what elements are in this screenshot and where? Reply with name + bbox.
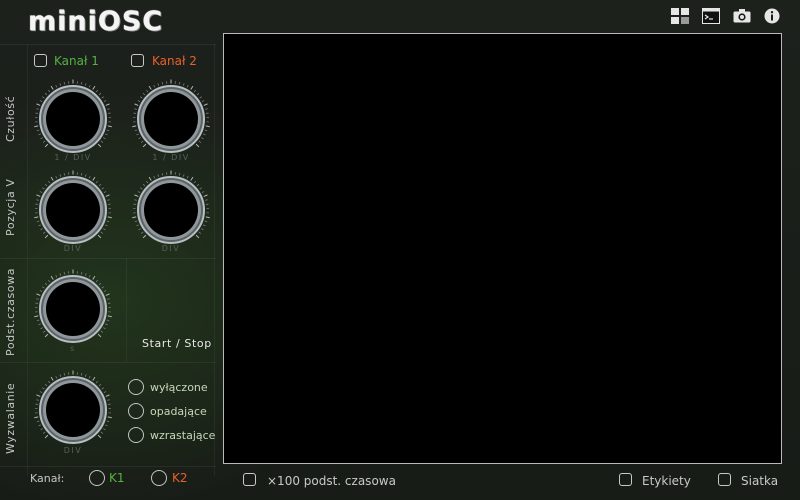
trigger-channel-k1-radio[interactable]	[89, 470, 105, 486]
channel2-label: Kanał 2	[152, 54, 197, 68]
knob-face	[46, 383, 100, 437]
position-unit-ch2: DIV	[161, 244, 181, 253]
sidebar-divider-left	[27, 44, 28, 476]
sidebar-divider-center	[126, 258, 127, 362]
position-knob-ch2[interactable]	[131, 170, 211, 250]
section-label-position: Pozycja V	[4, 178, 17, 236]
position-unit-ch1: DIV	[63, 244, 83, 253]
trigger-knob[interactable]	[33, 370, 113, 450]
x100-timebase-checkbox[interactable]	[243, 473, 256, 486]
knob-face	[46, 282, 100, 336]
trigger-channel-k2-radio[interactable]	[151, 470, 167, 486]
trigger-mode-rising-label: wzrastające	[150, 429, 216, 442]
knob-face	[144, 92, 198, 146]
layout-icon[interactable]	[671, 8, 689, 24]
sidebar-separator	[0, 362, 216, 363]
channel1-checkbox[interactable]	[34, 54, 47, 67]
trigger-mode-rising-radio[interactable]	[128, 427, 144, 443]
trigger-unit: DIV	[63, 446, 83, 455]
sidebar-divider-right	[214, 44, 215, 476]
sidebar-separator	[0, 44, 216, 45]
trigger-channel-k1-label: K1	[109, 471, 125, 485]
section-label-trigger: Wyzwalanie	[4, 382, 17, 454]
channel2-checkbox[interactable]	[131, 54, 144, 67]
x100-timebase-label: ×100 podst. czasowa	[267, 474, 396, 488]
trigger-mode-falling-label: opadające	[150, 405, 207, 418]
position-knob-ch1[interactable]	[33, 170, 113, 250]
grid-checkbox[interactable]	[718, 473, 731, 486]
knob-face	[46, 183, 100, 237]
trigger-mode-off-label: wyłączone	[150, 381, 208, 394]
labels-checkbox[interactable]	[619, 473, 632, 486]
start-stop-button[interactable]: Start / Stop	[142, 337, 212, 350]
knob-face	[46, 92, 100, 146]
camera-icon[interactable]	[733, 8, 751, 24]
app-logo: miniOSC	[28, 6, 164, 37]
section-label-timebase: Podst.czasowa	[4, 267, 17, 356]
sensitivity-knob-ch1[interactable]	[33, 79, 113, 159]
timebase-unit: s	[70, 344, 76, 353]
knob-face	[144, 183, 198, 237]
sensitivity-knob-ch2[interactable]	[131, 79, 211, 159]
section-label-sensitivity: Czułość	[4, 95, 17, 142]
trigger-channel-label: Kanał:	[30, 472, 65, 485]
labels-label: Etykiety	[642, 474, 691, 488]
sensitivity-unit-ch2: 1 / DIV	[152, 153, 190, 162]
oscilloscope-screen[interactable]	[223, 33, 782, 464]
terminal-icon[interactable]	[702, 8, 720, 24]
info-icon[interactable]	[763, 8, 781, 24]
trigger-mode-off-radio[interactable]	[128, 379, 144, 395]
trigger-channel-k2-label: K2	[172, 471, 188, 485]
sidebar-separator	[0, 466, 216, 467]
sidebar-separator	[0, 258, 216, 259]
grid-label: Siatka	[741, 474, 779, 488]
trigger-mode-falling-radio[interactable]	[128, 403, 144, 419]
channel1-label: Kanał 1	[54, 54, 99, 68]
timebase-knob[interactable]	[33, 269, 113, 349]
sensitivity-unit-ch1: 1 / DIV	[54, 153, 92, 162]
